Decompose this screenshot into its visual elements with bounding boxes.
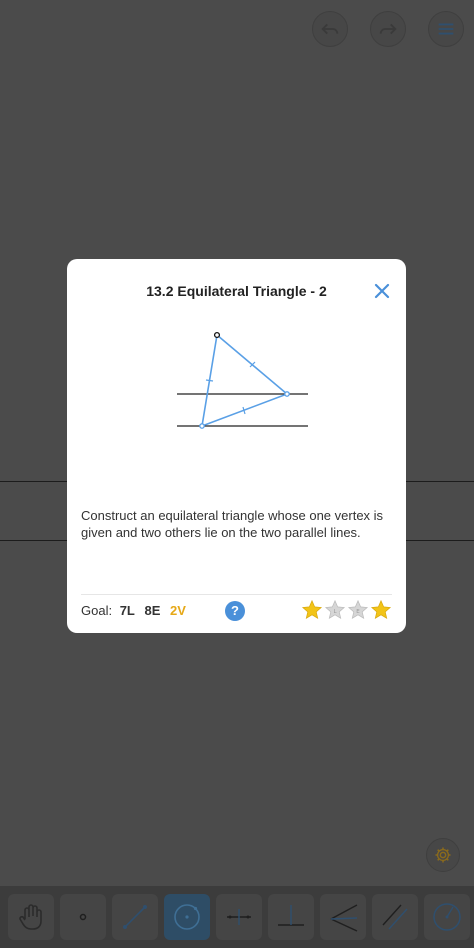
gear-icon xyxy=(435,847,451,863)
tool-circle[interactable] xyxy=(164,894,210,940)
menu-icon xyxy=(438,23,454,35)
close-icon[interactable] xyxy=(373,282,391,300)
level-dialog: 13.2 Equilateral Triangle - 2 Construct … xyxy=(67,259,406,633)
redo-icon xyxy=(379,23,397,35)
undo-button[interactable] xyxy=(312,11,348,47)
tool-hand[interactable] xyxy=(8,894,54,940)
point-icon xyxy=(79,913,87,921)
perpendicular-bisector-icon xyxy=(227,909,251,925)
tool-point[interactable] xyxy=(60,894,106,940)
help-button[interactable]: ? xyxy=(225,601,245,621)
star-empty-icon: E xyxy=(347,599,369,620)
parallel-icon xyxy=(382,904,408,930)
redo-button[interactable] xyxy=(370,11,406,47)
line-icon xyxy=(123,905,147,929)
undo-icon xyxy=(321,23,339,35)
tool-angle-bisector[interactable] xyxy=(320,894,366,940)
hand-icon xyxy=(19,904,42,930)
star-filled-icon xyxy=(301,599,323,620)
menu-button[interactable] xyxy=(428,11,464,47)
circle-icon xyxy=(174,904,200,930)
star-rating: L E xyxy=(301,599,392,621)
star-empty-icon: L xyxy=(324,599,346,620)
tool-bar xyxy=(0,886,474,948)
goal-lines: 7L xyxy=(119,603,135,618)
tool-compass[interactable] xyxy=(424,894,470,940)
perpendicular-icon xyxy=(278,905,304,926)
tool-parallel[interactable] xyxy=(372,894,418,940)
goal-elementary: 8E xyxy=(144,603,161,618)
star-filled-icon xyxy=(370,599,392,620)
angle-bisector-icon xyxy=(330,904,358,932)
svg-text:E: E xyxy=(356,609,360,615)
goal-label: Goal: xyxy=(81,603,113,618)
tool-perpendicular[interactable] xyxy=(268,894,314,940)
dialog-description: Construct an equilateral triangle whose … xyxy=(81,508,384,540)
goal-summary: Goal: 7L 8E 2V xyxy=(81,603,186,618)
goal-verum: 2V xyxy=(170,603,186,618)
app-screen: 13.2 Equilateral Triangle - 2 Construct … xyxy=(0,0,474,948)
compass-icon xyxy=(433,903,461,931)
settings-button[interactable] xyxy=(426,838,460,872)
tool-perpendicular-bisector[interactable] xyxy=(216,894,262,940)
divider xyxy=(81,594,392,595)
level-illustration xyxy=(177,331,308,429)
tool-line[interactable] xyxy=(112,894,158,940)
dialog-title: 13.2 Equilateral Triangle - 2 xyxy=(146,283,327,299)
